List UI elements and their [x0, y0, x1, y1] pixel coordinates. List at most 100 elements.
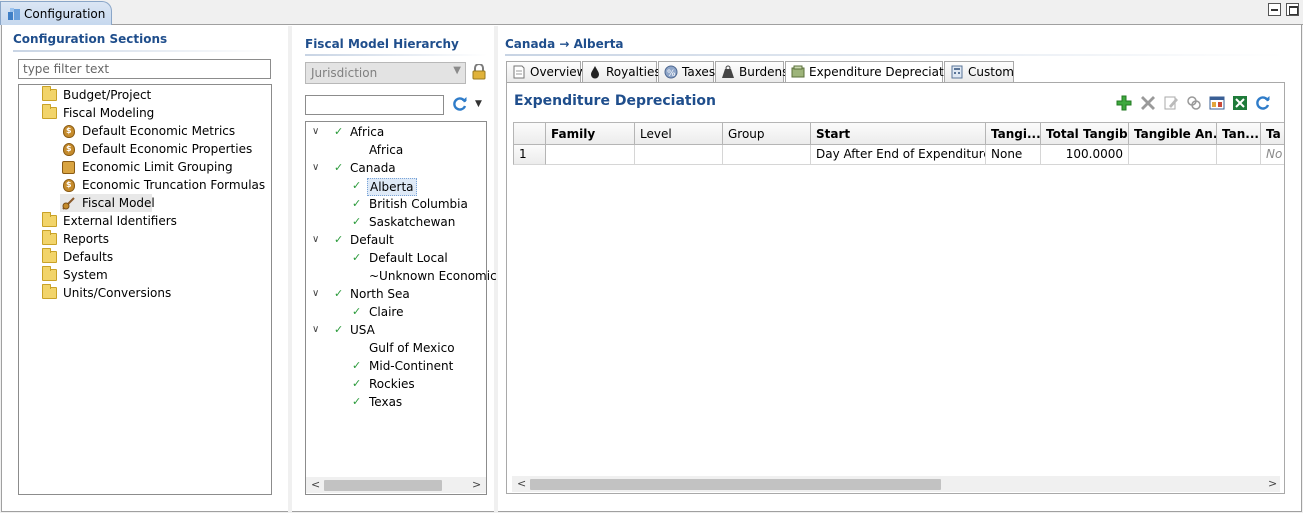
- overview-icon: [513, 65, 525, 79]
- hierarchy-rule: [305, 54, 487, 56]
- excel-icon[interactable]: [1232, 95, 1248, 111]
- money-bag-icon: [63, 140, 75, 158]
- check-icon: ✓: [352, 395, 362, 408]
- cell-tangible[interactable]: None: [986, 145, 1041, 165]
- fiscal-model-icon: [62, 197, 75, 210]
- check-icon: ✓: [352, 197, 362, 210]
- lock-icon[interactable]: [472, 64, 486, 80]
- check-icon: ✓: [352, 359, 362, 372]
- cell-ta[interactable]: No: [1261, 145, 1284, 165]
- chevron-down-icon[interactable]: ∨: [312, 123, 319, 141]
- hierarchy-node-label: Rockies: [369, 377, 415, 391]
- check-icon: ✓: [352, 251, 362, 264]
- spreadsheet-icon[interactable]: [1209, 95, 1225, 111]
- tab-overview[interactable]: Overview: [506, 61, 587, 82]
- hierarchy-title: Fiscal Model Hierarchy: [305, 37, 459, 51]
- tab-burdens[interactable]: Burdens: [715, 61, 788, 82]
- left-splitter[interactable]: [288, 26, 292, 512]
- money-bag-icon: [63, 122, 75, 140]
- delete-icon[interactable]: [1140, 95, 1156, 111]
- column-header-tangible[interactable]: Tangi...: [986, 122, 1041, 145]
- cell-total-tangible[interactable]: 100.0000: [1041, 145, 1129, 165]
- configuration-icon: [8, 8, 20, 20]
- refresh-dropdown-arrow[interactable]: ▼: [475, 99, 482, 109]
- hierarchy-node-label: Default: [350, 233, 394, 247]
- hierarchy-node-label: British Columbia: [369, 197, 468, 211]
- check-icon: ✓: [352, 215, 362, 228]
- jurisdiction-combo-value: Jurisdiction: [311, 66, 378, 80]
- column-header-group[interactable]: Group: [723, 122, 811, 145]
- expenditure-depreciation-icon: [791, 65, 805, 78]
- check-icon: ✓: [334, 323, 344, 336]
- column-header-total-tangible[interactable]: Total Tangib...: [1041, 122, 1129, 145]
- chevron-down-icon[interactable]: ∨: [312, 321, 319, 339]
- add-icon[interactable]: [1116, 95, 1132, 111]
- column-header-level[interactable]: Level: [635, 122, 723, 145]
- scroll-left-icon[interactable]: <: [311, 478, 320, 491]
- weight-icon: [722, 65, 734, 78]
- jurisdiction-combo[interactable]: Jurisdiction ▼: [305, 62, 466, 84]
- folder-icon: [42, 266, 57, 281]
- check-icon: ✓: [334, 287, 344, 300]
- folder-icon: [42, 230, 57, 245]
- minimize-button[interactable]: [1268, 3, 1281, 16]
- window-title: Configuration: [24, 7, 106, 21]
- window-tab-strip: [0, 0, 1303, 25]
- hierarchy-node-label: Africa: [350, 125, 385, 139]
- row-number[interactable]: 1: [513, 145, 546, 165]
- refresh-icon[interactable]: [452, 96, 468, 112]
- grid-hscroll-thumb[interactable]: [530, 479, 941, 490]
- maximize-button[interactable]: [1286, 3, 1299, 16]
- check-icon: ✓: [334, 161, 344, 174]
- cell-tan[interactable]: [1217, 145, 1261, 165]
- cell-start[interactable]: Day After End of Expenditure: [811, 145, 986, 165]
- chevron-down-icon[interactable]: ∨: [312, 285, 319, 303]
- filter-input[interactable]: [18, 59, 271, 79]
- hierarchy-hscrollbar[interactable]: < >: [306, 477, 486, 493]
- hierarchy-node-label: Saskatchewan: [369, 215, 456, 229]
- scroll-left-icon[interactable]: <: [517, 477, 526, 490]
- cell-group[interactable]: [723, 145, 811, 165]
- refresh-grid-icon[interactable]: [1255, 95, 1271, 111]
- chevron-down-icon[interactable]: ∨: [312, 231, 319, 249]
- cell-tangible-an[interactable]: [1129, 145, 1217, 165]
- hierarchy-node-label: Africa: [369, 143, 404, 157]
- cell-family[interactable]: [546, 145, 635, 165]
- edit-icon[interactable]: [1163, 95, 1179, 111]
- hierarchy-node-label: North Sea: [350, 287, 410, 301]
- row-header-corner: [513, 122, 546, 145]
- grid-hscrollbar[interactable]: < >: [512, 476, 1280, 492]
- tab-expenditure-depreciation[interactable]: Expenditure Depreciation: [785, 61, 962, 83]
- oil-drop-icon: [591, 66, 599, 79]
- hierarchy-search-input[interactable]: [305, 95, 444, 115]
- folder-icon: [42, 248, 57, 263]
- chevron-down-icon[interactable]: ∨: [312, 159, 319, 177]
- column-header-ta[interactable]: Ta: [1261, 122, 1284, 145]
- column-header-start[interactable]: Start: [811, 122, 986, 145]
- hierarchy-node-label: ~Unknown Economic: [369, 269, 497, 283]
- check-icon: ✓: [352, 377, 362, 390]
- column-header-tangible-an[interactable]: Tangible An...: [1129, 122, 1217, 145]
- copy-icon[interactable]: [1186, 95, 1202, 111]
- scroll-right-icon[interactable]: >: [472, 478, 481, 491]
- column-header-tan[interactable]: Tan...: [1217, 122, 1261, 145]
- hierarchy-node-label: USA: [350, 323, 375, 337]
- config-sections-rule: [13, 50, 271, 52]
- hierarchy-node-label: Claire: [369, 305, 404, 319]
- tab-royalties[interactable]: Royalties: [582, 61, 661, 82]
- check-icon: ✓: [334, 233, 344, 246]
- chevron-down-icon: ▼: [453, 65, 461, 76]
- folder-icon: [42, 104, 57, 119]
- check-icon: ✓: [352, 305, 362, 318]
- column-header-family[interactable]: Family: [546, 122, 635, 145]
- folder-icon: [42, 212, 57, 227]
- tab-taxes[interactable]: % Taxes: [658, 61, 715, 82]
- config-sections-title: Configuration Sections: [13, 32, 168, 46]
- folder-icon: [42, 284, 57, 299]
- hierarchy-hscroll-thumb[interactable]: [324, 480, 442, 491]
- scroll-right-icon[interactable]: >: [1268, 477, 1277, 490]
- tree-item-fiscal-model[interactable]: Fiscal Model: [60, 194, 155, 212]
- window-tab-configuration[interactable]: Configuration: [0, 1, 112, 25]
- tab-custom[interactable]: Custom: [944, 61, 1014, 82]
- cell-level[interactable]: [635, 145, 723, 165]
